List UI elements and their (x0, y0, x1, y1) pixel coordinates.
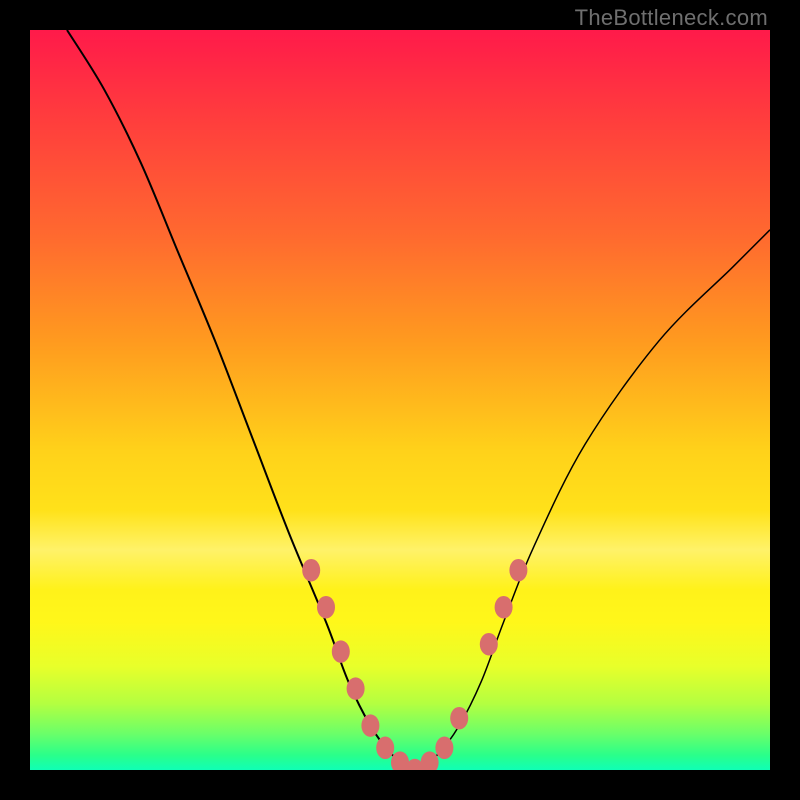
data-marker (376, 737, 394, 760)
chart-frame: TheBottleneck.com (0, 0, 800, 800)
data-marker (421, 751, 439, 770)
chart-svg (30, 30, 770, 770)
data-marker (495, 596, 513, 619)
data-marker (435, 737, 453, 760)
curve-left-descending-curve (67, 30, 415, 770)
data-marker (450, 707, 468, 730)
curves-group (67, 30, 770, 770)
watermark-label: TheBottleneck.com (575, 5, 768, 31)
data-marker (361, 714, 379, 737)
data-marker (332, 640, 350, 663)
data-marker (317, 596, 335, 619)
data-marker (509, 559, 527, 582)
data-marker (480, 633, 498, 656)
plot-area (30, 30, 770, 770)
curve-right-ascending-curve (415, 230, 770, 770)
data-marker (302, 559, 320, 582)
data-marker (347, 677, 365, 700)
markers-group (302, 559, 527, 770)
